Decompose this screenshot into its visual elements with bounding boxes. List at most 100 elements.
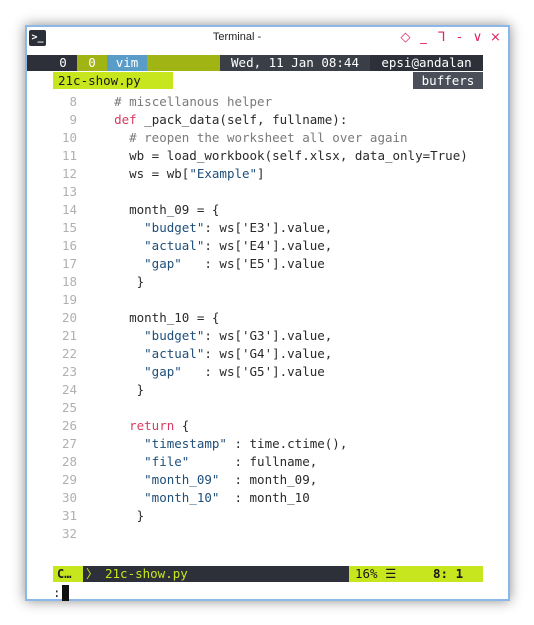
code-line[interactable]: 22 "actual": ws['G4'].value, (53, 345, 483, 363)
command-prompt: : (53, 585, 61, 600)
code-token: ws = wb[ (99, 166, 190, 181)
line-text: # miscellanous helper (99, 93, 272, 111)
code-line[interactable]: 9 def _pack_data(self, fullname): (53, 111, 483, 129)
line-text: "month_09" : month_09, (99, 471, 317, 489)
code-token: "Example" (189, 166, 258, 181)
line-number: 23 (61, 364, 77, 379)
buffers-label: buffers (413, 72, 483, 89)
code-token: # miscellanous helper (114, 94, 273, 109)
code-token: : fullname, (189, 454, 318, 469)
code-line[interactable]: 32 (53, 525, 483, 543)
menu-icon[interactable]: ∨ (471, 29, 484, 47)
tabline-fill (173, 72, 413, 89)
code-line[interactable]: 31 } (53, 507, 483, 525)
tmux-window-index[interactable]: 0 (53, 55, 73, 71)
code-line[interactable]: 27 "timestamp" : time.ctime(), (53, 435, 483, 453)
line-text: } (99, 273, 145, 291)
window-title: Terminal - (212, 31, 262, 43)
line-number: 9 (69, 112, 77, 127)
code-line[interactable]: 19 (53, 291, 483, 309)
title-bar[interactable]: >_ Terminal - ◇ _ ᒣ - ∨ ⨯ (27, 27, 508, 49)
code-line[interactable]: 17 "gap" : ws['E5'].value (53, 255, 483, 273)
terminal-content[interactable]: 0 0 vim Wed, 11 Jan 08:44 epsi@andalan 2… (27, 49, 508, 601)
code-token: "month_10" (144, 490, 220, 505)
line-number: 32 (61, 526, 77, 541)
code-token: "actual" (144, 238, 205, 253)
line-number: 27 (61, 436, 77, 451)
code-token: return (129, 418, 175, 433)
code-token: "file" (144, 454, 190, 469)
tmux-status-bar: 0 0 vim Wed, 11 Jan 08:44 epsi@andalan (27, 55, 483, 71)
code-line[interactable]: 28 "file" : fullname, (53, 453, 483, 471)
code-line[interactable]: 23 "gap" : ws['G5'].value (53, 363, 483, 381)
code-line[interactable]: 26 return { (53, 417, 483, 435)
code-token: "budget" (144, 328, 205, 343)
code-line[interactable]: 24 } (53, 381, 483, 399)
code-line[interactable]: 18 } (53, 273, 483, 291)
code-token: month_09 = { (99, 202, 220, 217)
code-line[interactable]: 21 "budget": ws['G3'].value, (53, 327, 483, 345)
code-line[interactable]: 13 (53, 183, 483, 201)
line-text: wb = load_workbook(self.xlsx, data_only=… (99, 147, 468, 165)
line-text: } (99, 507, 145, 525)
tab-21c-show[interactable]: 21c-show.py (53, 72, 173, 89)
code-token: "actual" (144, 346, 205, 361)
code-token: wb = load_workbook(self.xlsx, data_only=… (99, 148, 468, 163)
line-number: 28 (61, 454, 77, 469)
shade-icon[interactable]: - (453, 29, 466, 47)
code-token: ] (257, 166, 265, 181)
tmux-spacer (147, 55, 220, 71)
tmux-active-window[interactable]: vim (107, 55, 147, 71)
line-number: 29 (61, 472, 77, 487)
line-number: 19 (61, 292, 77, 307)
code-token: : ws['E3'].value, (204, 220, 333, 235)
code-token: "budget" (144, 220, 205, 235)
line-number: 11 (61, 148, 77, 163)
status-filename: 21c-show.py (105, 566, 188, 581)
code-line[interactable]: 30 "month_10" : month_10 (53, 489, 483, 507)
line-text: "budget": ws['G3'].value, (99, 327, 332, 345)
code-editor[interactable]: 8 # miscellanous helper 9 def _pack_data(… (53, 93, 483, 543)
line-number: 20 (61, 310, 77, 325)
line-number: 14 (61, 202, 77, 217)
command-line[interactable]: : (53, 585, 69, 601)
code-line[interactable]: 10 # reopen the worksheet all over again (53, 129, 483, 147)
line-text: month_09 = { (99, 201, 219, 219)
tmux-session[interactable]: 0 (77, 55, 107, 71)
line-number: 31 (61, 508, 77, 523)
code-token: def (114, 112, 137, 127)
code-token: "timestamp" (144, 436, 227, 451)
code-line[interactable]: 8 # miscellanous helper (53, 93, 483, 111)
minimize-icon[interactable]: _ (417, 29, 430, 47)
code-line[interactable]: 25 (53, 399, 483, 417)
terminal-window: >_ Terminal - ◇ _ ᒣ - ∨ ⨯ 0 0 vim Wed, 1… (25, 25, 510, 601)
line-text: "gap" : ws['E5'].value (99, 255, 325, 273)
close-icon[interactable]: ⨯ (489, 29, 502, 47)
code-line[interactable]: 29 "month_09" : month_09, (53, 471, 483, 489)
line-number: 25 (61, 400, 77, 415)
code-line[interactable]: 12 ws = wb["Example"] (53, 165, 483, 183)
line-text: "actual": ws['G4'].value, (99, 345, 332, 363)
maximize-icon[interactable]: ᒣ (435, 29, 448, 47)
line-text: "budget": ws['E3'].value, (99, 219, 332, 237)
code-line[interactable]: 11 wb = load_workbook(self.xlsx, data_on… (53, 147, 483, 165)
code-line[interactable]: 15 "budget": ws['E3'].value, (53, 219, 483, 237)
code-line[interactable]: 16 "actual": ws['E4'].value, (53, 237, 483, 255)
code-line[interactable]: 14 month_09 = { (53, 201, 483, 219)
code-token: "month_09" (144, 472, 220, 487)
text-cursor (61, 585, 69, 601)
code-line[interactable]: 20 month_10 = { (53, 309, 483, 327)
line-text: "gap" : ws['G5'].value (99, 363, 325, 381)
sticky-icon[interactable]: ◇ (399, 29, 412, 47)
code-token: month_10 = { (99, 310, 220, 325)
code-token: : ws['E4'].value, (204, 238, 333, 253)
